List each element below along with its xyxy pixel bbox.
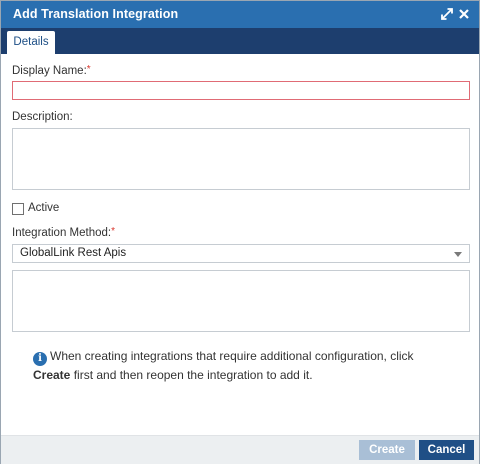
display-name-label: Display Name:* [12, 64, 91, 77]
tab-details[interactable]: Details [7, 31, 55, 54]
description-label: Description: [12, 111, 73, 123]
create-button[interactable]: Create [359, 440, 415, 460]
description-field[interactable] [12, 128, 470, 190]
display-name-field[interactable] [12, 81, 470, 100]
info-message: i When creating integrations that require… [33, 347, 433, 385]
info-text-bold: Create [33, 368, 71, 382]
dialog-title: Add Translation Integration [13, 7, 179, 21]
tab-strip: Details [1, 28, 479, 54]
active-label: Active [28, 202, 60, 214]
expand-icon[interactable] [439, 6, 455, 22]
info-icon: i [33, 352, 47, 366]
info-text-before: When creating integrations that require … [50, 349, 414, 363]
cancel-button[interactable]: Cancel [419, 440, 474, 460]
info-text-after: first and then reopen the integration to… [70, 368, 313, 382]
dialog-footer: Create Cancel [1, 435, 479, 464]
active-checkbox[interactable] [12, 203, 24, 215]
required-marker: * [111, 226, 115, 237]
close-icon[interactable] [456, 6, 472, 22]
integration-config-field[interactable] [12, 270, 470, 332]
integration-method-value: GlobalLink Rest Apis [20, 247, 127, 259]
add-translation-integration-dialog: Add Translation Integration Details Disp… [0, 0, 480, 464]
integration-method-select[interactable]: GlobalLink Rest Apis [12, 244, 470, 263]
chevron-down-icon [454, 252, 462, 257]
required-marker: * [86, 64, 91, 75]
dialog-titlebar: Add Translation Integration [1, 1, 479, 28]
integration-method-label: Integration Method:* [12, 226, 115, 239]
